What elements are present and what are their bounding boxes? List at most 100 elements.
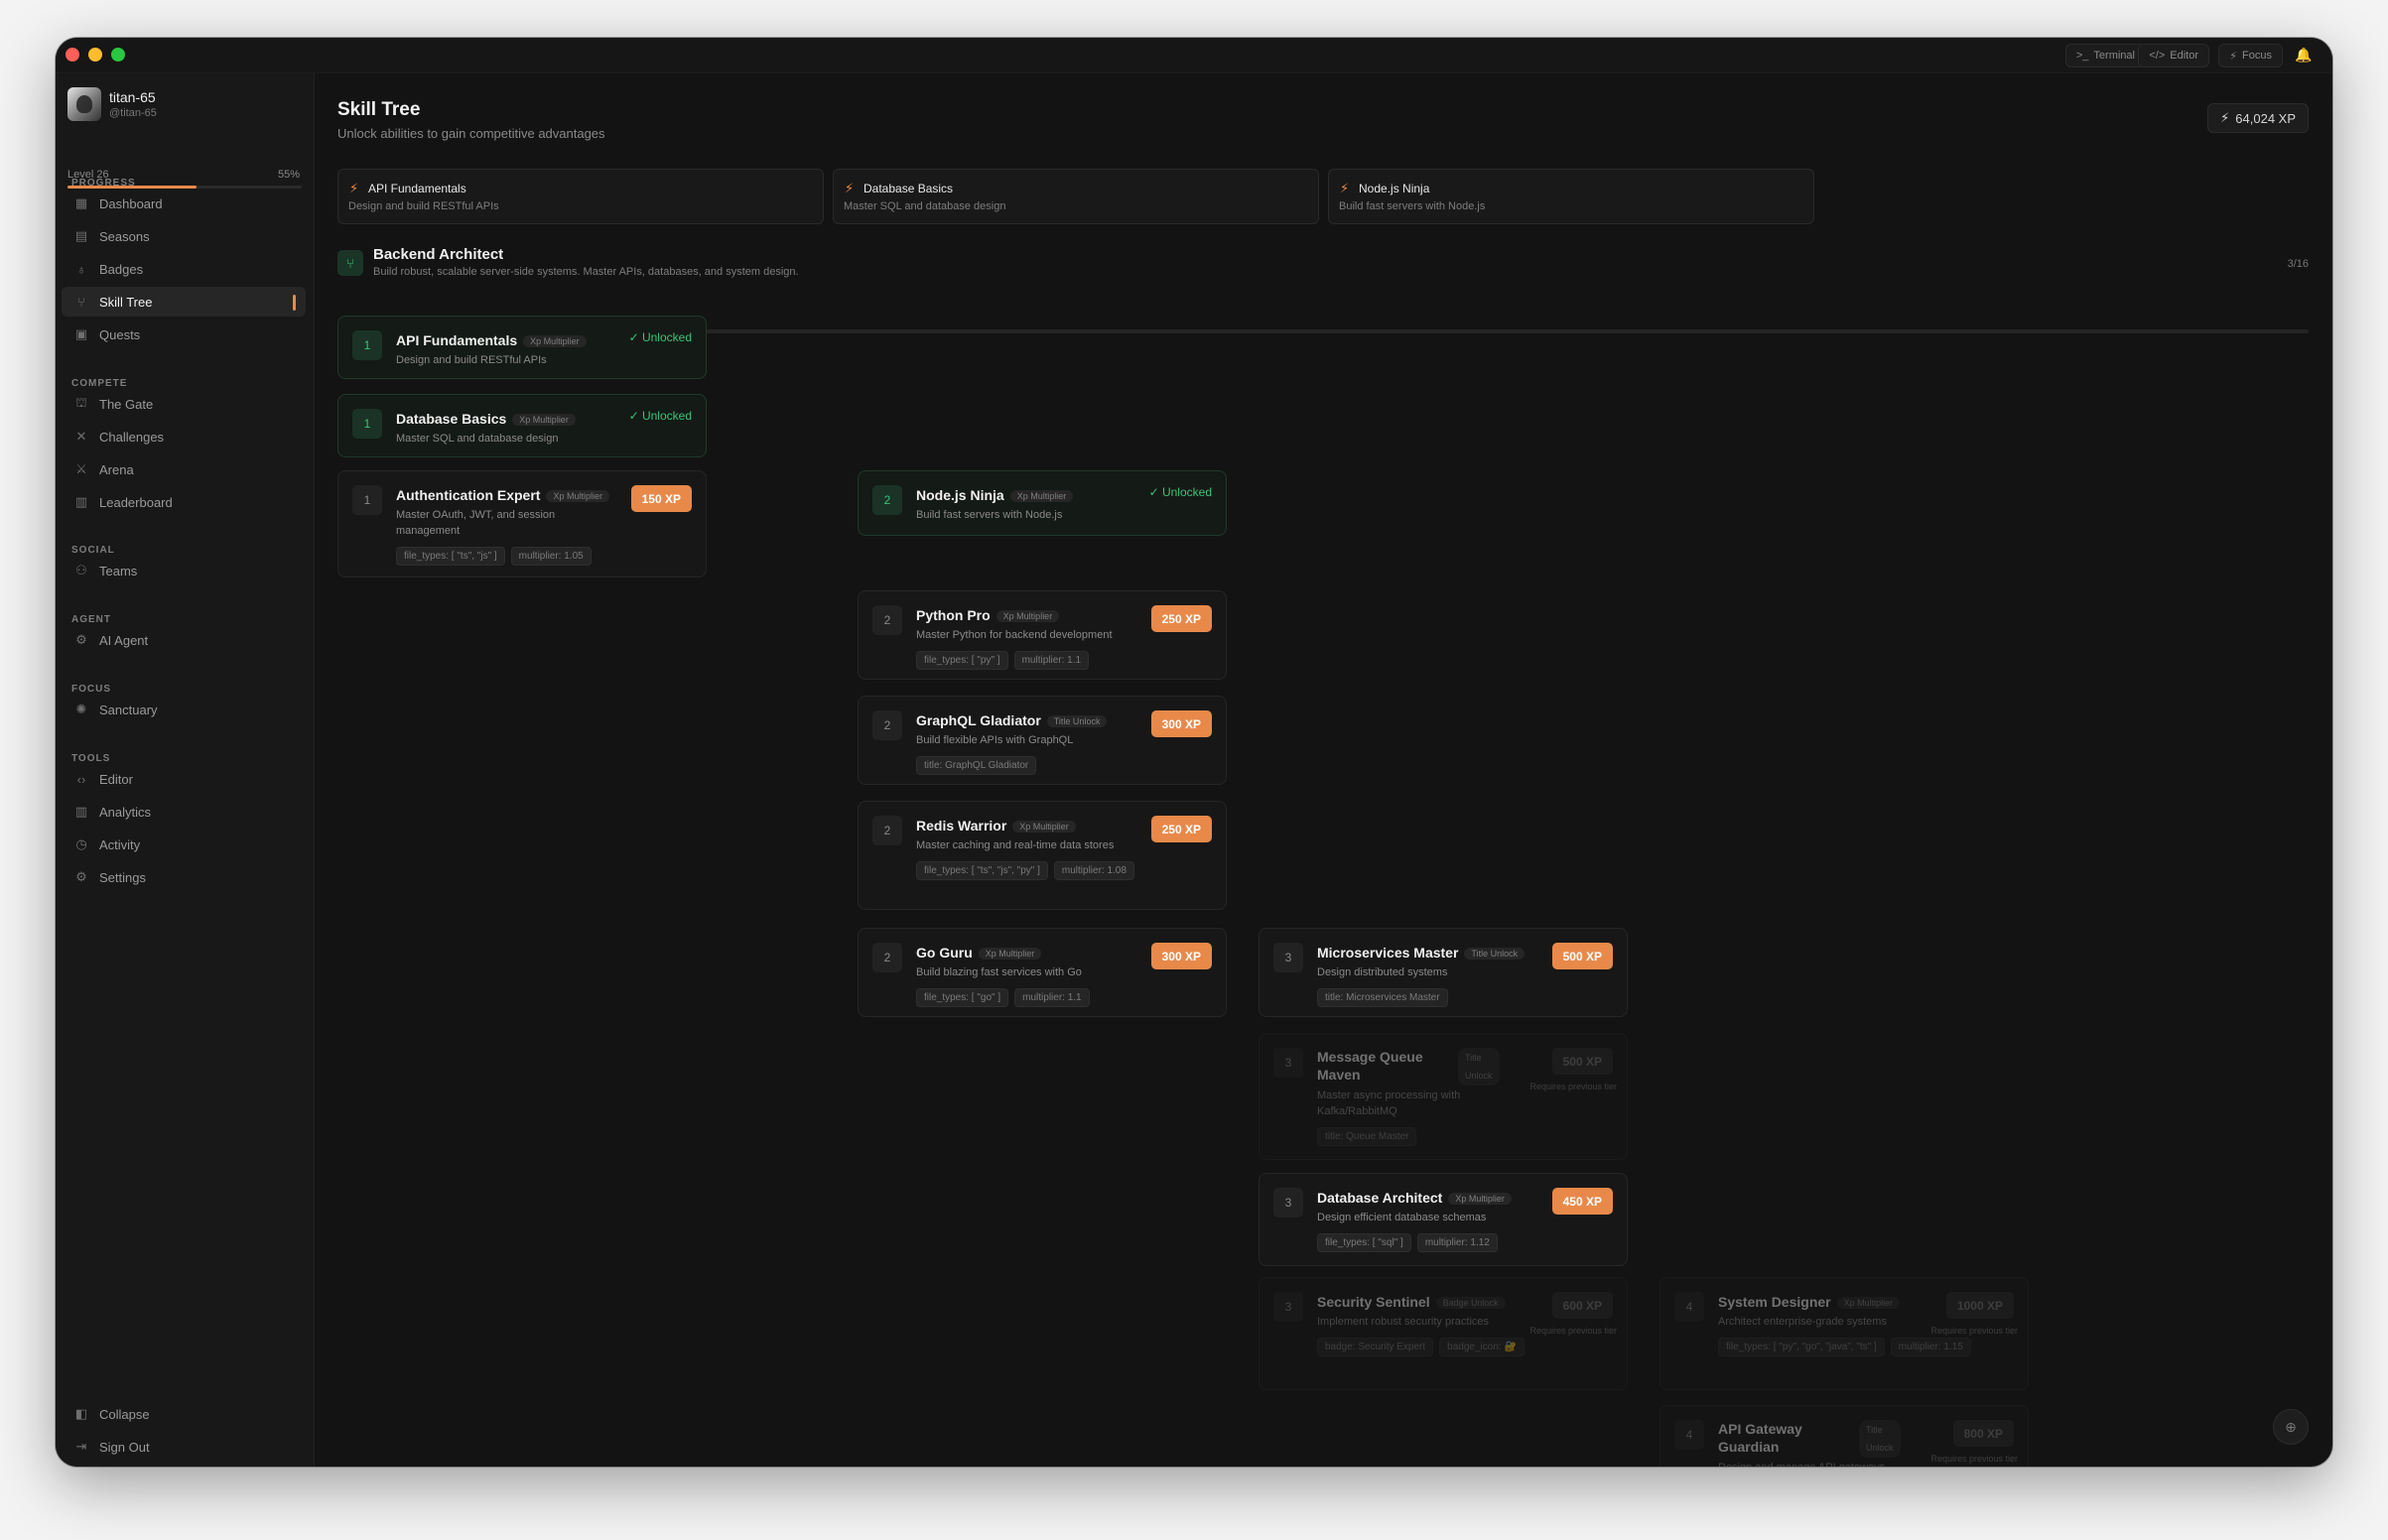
analytics-icon: ▥	[74, 804, 88, 819]
unlocked-label: Unlocked	[641, 409, 692, 423]
unlock-cost-button[interactable]: 300 XP	[1150, 943, 1212, 969]
skill-name-text: Python Pro	[916, 607, 991, 623]
skill-name: Message Queue Maven Title Unlock	[1317, 1048, 1500, 1086]
unlock-cost-button[interactable]: 500 XP	[1551, 943, 1613, 969]
sidebar-item-leaderboard[interactable]: ▥ Leaderboard	[62, 487, 306, 517]
sidebar-footer-label: Collapse	[99, 1406, 150, 1422]
skill-type-badge: Xp Multiplier	[546, 490, 609, 503]
sidebar-item-challenges[interactable]: ✕ Challenges	[62, 422, 306, 451]
skill-name-text: Redis Warrior	[916, 818, 1007, 834]
unlock-cost-button[interactable]: 500 XP	[1551, 1048, 1613, 1075]
terminal-button[interactable]: >_ Terminal	[2064, 44, 2146, 67]
skill-card-security-sentinel[interactable]: 3 Security Sentinel Badge Unlock Implement …	[1259, 1277, 1628, 1390]
skill-type-badge: Title Unlock	[1859, 1420, 1901, 1458]
skill-name-text: Node.js Ninja	[916, 487, 1004, 503]
unlock-cost-button[interactable]: 600 XP	[1551, 1292, 1613, 1319]
sidebar-item-settings[interactable]: ⚙ Settings	[62, 862, 306, 892]
collapse-button[interactable]: ◧ Collapse	[62, 1399, 306, 1429]
unlock-cost-button[interactable]: 150 XP	[630, 485, 692, 512]
skill-tags: file_types: [ "go" ] multiplier: 1.1	[916, 988, 1212, 1007]
skill-name: Redis Warrior Xp Multiplier	[916, 818, 1076, 834]
skill-card-api-fundamentals[interactable]: 1 API Fundamentals Xp Multiplier Design and…	[337, 316, 707, 379]
skill-card-microservices-master[interactable]: 3 Microservices Master Title Unlock Design …	[1259, 928, 1628, 1017]
sidebar-item-teams[interactable]: ⚇ Teams	[62, 556, 306, 585]
skill-tags: badge: Security Expert badge_icon: 🔐	[1317, 1338, 1613, 1356]
skill-card-database-architect[interactable]: 3 Database Architect Xp Multiplier Design e…	[1259, 1173, 1628, 1266]
skill-card-go-guru[interactable]: 2 Go Guru Xp Multiplier Build blazing fast …	[858, 928, 1227, 1017]
skill-card-database-basics[interactable]: 1 Database Basics Xp Multiplier Master SQL …	[337, 394, 707, 457]
tier-badge: 1	[352, 485, 382, 515]
sidebar-item-analytics[interactable]: ▥ Analytics	[62, 797, 306, 827]
focus-button[interactable]: ⚡ Focus	[2218, 44, 2283, 67]
code-icon: </>	[2149, 50, 2166, 62]
skill-tag: file_types: [ "ts", "js", "py" ]	[916, 861, 1048, 880]
maximize-window-button[interactable]	[111, 48, 125, 62]
skill-name: API Gateway Guardian Title Unlock	[1718, 1420, 1901, 1458]
sidebar-item-editor[interactable]: ‹› Editor	[62, 764, 306, 794]
pinned-skill-database-basics[interactable]: ⚡ Database Basics Master SQL and database …	[833, 169, 1319, 224]
seasons-icon: ▤	[74, 228, 88, 243]
unlock-cost-button[interactable]: 300 XP	[1150, 710, 1212, 737]
editor-label: Editor	[2170, 50, 2198, 62]
sidebar-item-label: Leaderboard	[99, 494, 173, 510]
minimize-window-button[interactable]	[88, 48, 102, 62]
skill-name: GraphQL Gladiator Title Unlock	[916, 712, 1108, 728]
skill-type-badge: Xp Multiplier	[995, 610, 1060, 623]
skill-tags: file_types: [ "sql" ] multiplier: 1.12	[1317, 1233, 1613, 1252]
sidebar-item-arena[interactable]: ⚔ Arena	[62, 454, 306, 484]
skill-description: Build fast servers with Node.js	[916, 509, 1063, 521]
pinned-skill-title: Database Basics	[863, 182, 954, 195]
sidebar-item-the-gate[interactable]: ⛫ The Gate	[62, 389, 306, 419]
skill-tag: multiplier: 1.12	[1416, 1233, 1498, 1252]
app-window: >_ Terminal </> Editor ⚡ Focus 🔔 titan-65 @…	[56, 38, 2332, 1467]
editor-button[interactable]: </> Editor	[2138, 44, 2209, 67]
unlock-cost-button[interactable]: 800 XP	[1952, 1420, 2014, 1447]
skill-card-message-queue-maven[interactable]: 3 Message Queue Maven Title Unlock Master a…	[1259, 1033, 1628, 1160]
skill-tag: title: Queue Master	[1317, 1127, 1417, 1146]
pinned-skill-api-fundamentals[interactable]: ⚡ API Fundamentals Design and build RESTfu…	[337, 169, 824, 224]
sidebar-item-ai-agent[interactable]: ⚙ AI Agent	[62, 625, 306, 655]
unlock-cost-button[interactable]: 450 XP	[1551, 1188, 1613, 1215]
sidebar-item-quests[interactable]: ▣ Quests	[62, 320, 306, 349]
sidebar-item-sanctuary[interactable]: ✺ Sanctuary	[62, 695, 306, 724]
tier-badge: 3	[1273, 1292, 1303, 1322]
sign-out-button[interactable]: ⇥ Sign Out	[62, 1432, 306, 1462]
skill-card-system-designer[interactable]: 4 System Designer Xp Multiplier Architect e…	[1659, 1277, 2029, 1390]
skill-description: Design distributed systems	[1317, 966, 1448, 978]
skill-card-redis-warrior[interactable]: 2 Redis Warrior Xp Multiplier Master cachin…	[858, 801, 1227, 910]
avatar[interactable]	[67, 87, 101, 121]
skill-description: Master caching and real-time data stores	[916, 839, 1115, 851]
skill-type-badge: Title Unlock	[1464, 948, 1526, 961]
skill-card-python-pro[interactable]: 2 Python Pro Xp Multiplier Master Python fo…	[858, 590, 1227, 680]
pinned-skill-nodejs-ninja[interactable]: ⚡ Node.js Ninja Build fast servers with No…	[1328, 169, 1814, 224]
main-content: Skill Tree Unlock abilities to gain comp…	[316, 73, 2332, 1467]
tier-badge: 4	[1674, 1420, 1704, 1450]
sidebar-item-seasons[interactable]: ▤ Seasons	[62, 221, 306, 251]
unlock-cost-button[interactable]: 250 XP	[1150, 605, 1212, 632]
skill-card-authentication-expert[interactable]: 1 Authentication Expert Xp Multiplier Maste…	[337, 470, 707, 578]
sidebar-item-label: Badges	[99, 261, 144, 277]
sidebar-item-skill-tree[interactable]: ⑂ Skill Tree	[62, 287, 306, 317]
sidebar-item-badges[interactable]: ♁ Badges	[62, 254, 306, 284]
skill-description: Architect enterprise-grade systems	[1718, 1316, 1887, 1328]
unlock-cost-button[interactable]: 1000 XP	[1945, 1292, 2014, 1319]
bolt-icon: ⚡	[2220, 110, 2230, 125]
assistant-icon[interactable]: ⊕	[2273, 1409, 2309, 1445]
skill-tag: title: Microservices Master	[1317, 988, 1448, 1007]
close-window-button[interactable]	[66, 48, 79, 62]
unlock-cost-button[interactable]: 250 XP	[1150, 816, 1212, 842]
unlocked-label: Unlocked	[1161, 485, 1212, 499]
skill-tags: file_types: [ "ts", "js", "py" ] multipli…	[916, 861, 1212, 880]
skill-card-api-gateway-guardian[interactable]: 4 API Gateway Guardian Title Unlock Design …	[1659, 1405, 2029, 1467]
sidebar-item-activity[interactable]: ◷ Activity	[62, 830, 306, 859]
skill-tags: file_types: [ "py" ] multiplier: 1.1	[916, 651, 1212, 670]
track-count: 3/16	[2287, 258, 2309, 270]
skill-description: Master async processing with Kafka/Rabbi…	[1317, 1090, 1461, 1117]
skill-card-graphql-gladiator[interactable]: 2 GraphQL Gladiator Title Unlock Build flex…	[858, 696, 1227, 785]
skill-card-node-js-ninja[interactable]: 2 Node.js Ninja Xp Multiplier Build fast se…	[858, 470, 1227, 536]
check-icon: ✓	[628, 409, 642, 423]
sidebar-item-dashboard[interactable]: ▦ Dashboard	[62, 189, 306, 218]
skill-type-badge: Title Unlock	[1046, 715, 1108, 728]
sidebar-item-label: Analytics	[99, 804, 152, 820]
bell-icon[interactable]: 🔔	[2295, 47, 2313, 64]
